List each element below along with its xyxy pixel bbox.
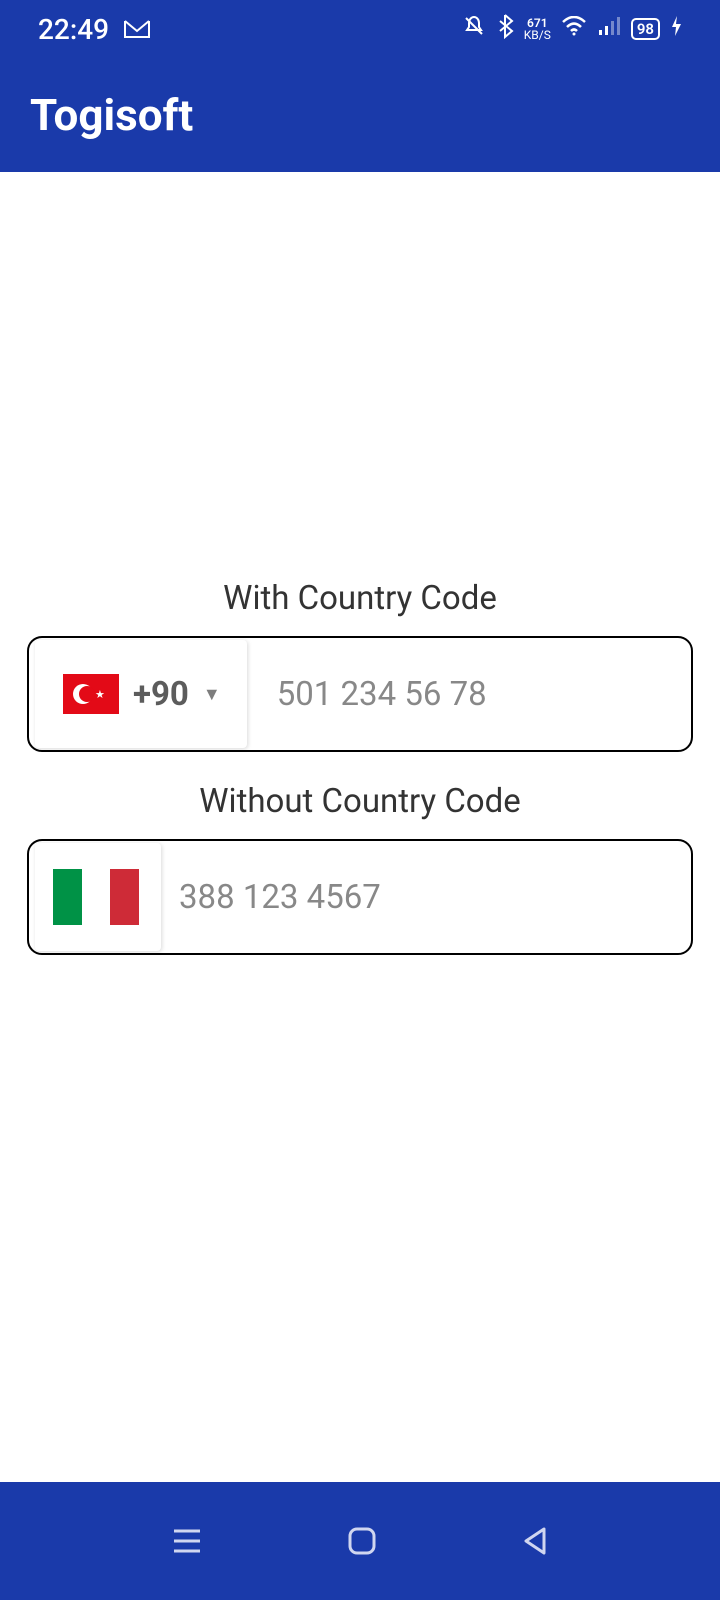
- gmail-icon: [123, 19, 151, 39]
- country-selector-turkey[interactable]: ★ +90 ▼: [35, 640, 247, 748]
- flag-turkey-icon: ★: [63, 674, 119, 714]
- charging-icon: [670, 15, 682, 43]
- dial-code: +90: [133, 675, 189, 714]
- section-label-without-code: Without Country Code: [25, 782, 695, 821]
- phone-input-without-code[interactable]: 388 123 4567: [27, 839, 693, 955]
- bluetooth-icon: [496, 13, 514, 45]
- status-time: 22:49: [38, 13, 109, 46]
- phone-input-with-code[interactable]: ★ +90 ▼ 501 234 56 78: [27, 636, 693, 752]
- signal-icon: [597, 16, 621, 42]
- phone-input-field-2[interactable]: 388 123 4567: [161, 878, 691, 917]
- chevron-down-icon: ▼: [203, 684, 221, 705]
- battery-indicator: 98: [631, 18, 660, 40]
- country-selector-italy[interactable]: [35, 843, 161, 951]
- nav-recent-button[interactable]: [170, 1526, 204, 1556]
- status-bar: 22:49 671 KB/S 98: [0, 0, 720, 58]
- nav-home-button[interactable]: [345, 1524, 379, 1558]
- nav-back-button[interactable]: [520, 1525, 550, 1557]
- section-label-with-code: With Country Code: [25, 579, 695, 618]
- navigation-bar: [0, 1482, 720, 1600]
- flag-italy-icon: [53, 869, 139, 925]
- mute-icon: [462, 14, 486, 44]
- phone-input-field[interactable]: 501 234 56 78: [247, 675, 691, 714]
- app-title: Togisoft: [30, 89, 193, 141]
- network-speed: 671 KB/S: [524, 17, 551, 41]
- wifi-icon: [561, 16, 587, 42]
- main-content: With Country Code ★ +90 ▼ 501 234 56 78 …: [0, 112, 720, 1422]
